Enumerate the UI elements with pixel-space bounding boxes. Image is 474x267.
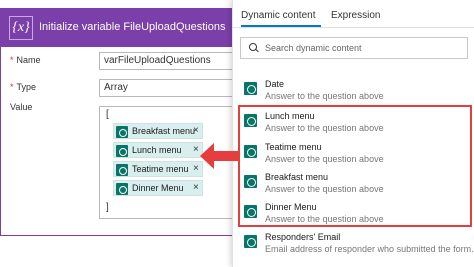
forms-icon (244, 235, 257, 248)
value-label: Value (10, 102, 33, 112)
forms-icon (116, 164, 128, 176)
list-item-responders-email[interactable]: Responders' Email Email address of respo… (240, 231, 474, 257)
search-box (240, 37, 468, 59)
variable-icon: {x} (9, 16, 33, 40)
item-description: Answer to the question above (265, 91, 384, 101)
value-input[interactable]: [ Breakfast menu × Lunch menu × Teatime … (99, 106, 235, 219)
name-label: * Name (10, 55, 41, 65)
forms-icon (116, 126, 128, 138)
token-label: Teatime menu (132, 164, 189, 174)
token-breakfast-menu: Breakfast menu × (113, 123, 203, 139)
tab-expression[interactable]: Expression (331, 10, 380, 21)
forms-icon (244, 82, 257, 95)
forms-icon (244, 145, 257, 158)
arrow-left-icon (200, 143, 214, 169)
item-description: Email address of responder who submitted… (265, 244, 474, 254)
forms-icon (116, 145, 128, 157)
list-item-date[interactable]: Date Answer to the question above (240, 78, 470, 104)
item-title: Date (265, 79, 285, 89)
list-item-teatime-menu[interactable]: Teatime menu Answer to the question abov… (240, 141, 470, 167)
action-title: Initialize variable FileUploadQuestions (39, 21, 226, 33)
item-title: Responders' Email (265, 232, 341, 242)
forms-icon (244, 175, 257, 188)
open-bracket: [ (106, 109, 109, 120)
action-header[interactable]: {x} Initialize variable FileUploadQuesti… (1, 9, 235, 47)
dynamic-content-panel: Dynamic content Expression Date Answer t… (232, 0, 474, 267)
token-teatime-menu: Teatime menu × (113, 161, 203, 177)
tab-dynamic-content[interactable]: Dynamic content (241, 10, 315, 21)
token-label: Lunch menu (132, 145, 182, 155)
item-description: Answer to the question above (265, 154, 384, 164)
panel-tabs: Dynamic content Expression (233, 0, 474, 28)
name-input[interactable]: varFileUploadQuestions (99, 52, 235, 70)
type-label: * Type (10, 82, 37, 92)
item-title: Lunch menu (265, 111, 315, 121)
item-description: Answer to the question above (265, 123, 384, 133)
remove-token-icon[interactable]: × (193, 144, 199, 155)
item-title: Dinner Menu (265, 202, 317, 212)
type-select[interactable]: Array (99, 79, 235, 97)
forms-icon (244, 205, 257, 218)
active-tab-indicator (241, 25, 321, 27)
list-item-dinner-menu[interactable]: Dinner Menu Answer to the question above (240, 201, 470, 227)
remove-token-icon[interactable]: × (193, 163, 199, 174)
token-dinner-menu: Dinner Menu × (113, 180, 203, 196)
search-input[interactable] (265, 40, 463, 56)
item-title: Teatime menu (265, 142, 322, 152)
search-icon (249, 43, 259, 53)
item-title: Breakfast menu (265, 172, 329, 182)
item-description: Answer to the question above (265, 184, 384, 194)
initialize-variable-card: {x} Initialize variable FileUploadQuesti… (0, 8, 236, 236)
arrow-shaft (210, 151, 238, 161)
token-lunch-menu: Lunch menu × (113, 142, 203, 158)
token-label: Breakfast menu (132, 126, 196, 136)
remove-token-icon[interactable]: × (193, 125, 199, 136)
close-bracket: ] (106, 202, 109, 213)
remove-token-icon[interactable]: × (193, 182, 199, 193)
token-label: Dinner Menu (132, 183, 184, 193)
forms-icon (116, 183, 128, 195)
item-description: Answer to the question above (265, 214, 384, 224)
forms-icon (244, 114, 257, 127)
list-item-breakfast-menu[interactable]: Breakfast menu Answer to the question ab… (240, 171, 470, 197)
list-item-lunch-menu[interactable]: Lunch menu Answer to the question above (240, 110, 470, 136)
